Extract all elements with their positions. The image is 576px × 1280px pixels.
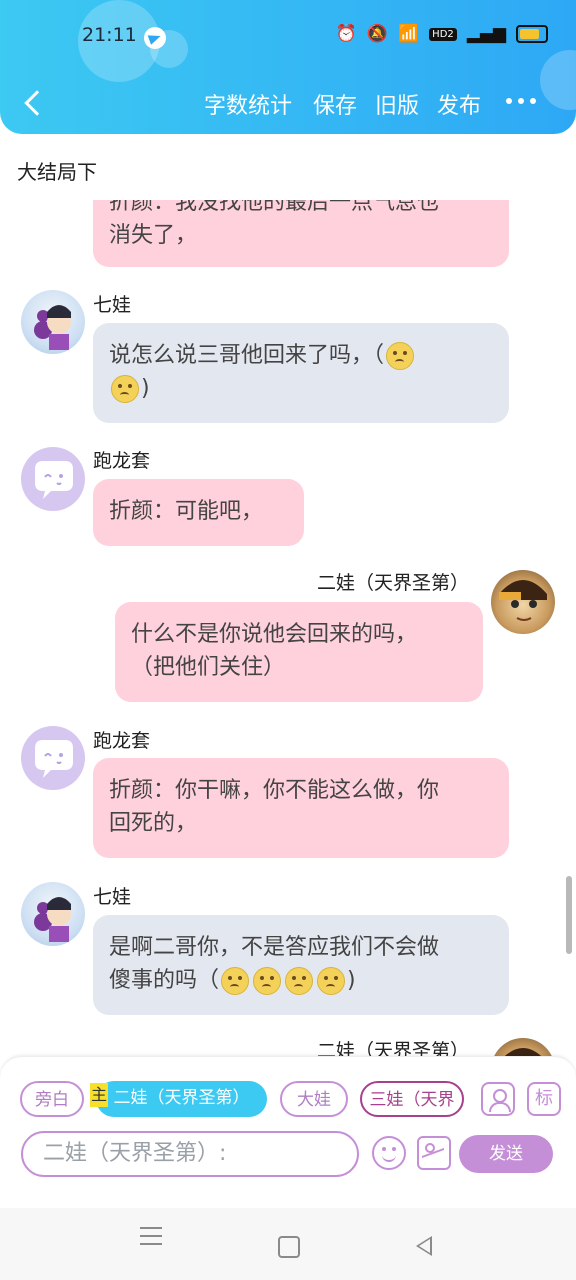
role-chip-narration[interactable]: 旁白 <box>20 1081 84 1117</box>
message-line: ) <box>141 376 150 401</box>
back-triangle-icon[interactable] <box>416 1236 432 1256</box>
avatar[interactable] <box>491 1038 555 1056</box>
message-line: 傻事的吗（ <box>109 968 220 993</box>
avatar[interactable] <box>21 882 85 946</box>
sender-name: 七娃 <box>93 886 132 908</box>
message-line: （把他们关住） <box>131 655 286 680</box>
message-line: 消失了， <box>109 223 198 248</box>
old-version-button[interactable]: 旧版 <box>375 88 419 120</box>
message-line: 折颜：可能吧， <box>109 499 264 524</box>
decorative-bubble <box>540 50 576 110</box>
image-icon[interactable] <box>417 1136 451 1170</box>
message-line: 折颜：你干嘛，你不能这么做，你 <box>109 778 440 803</box>
page-title: 大结局下 <box>17 160 97 184</box>
publish-button[interactable]: 发布 <box>437 88 481 120</box>
back-button[interactable] <box>16 86 50 120</box>
message-line: 什么不是你说他会回来的吗， <box>131 622 418 647</box>
status-icons: ⏰ 🔕 📶 HD2 ▂▄▆ <box>336 24 548 44</box>
role-chip-sanwa[interactable]: 三娃（天界 <box>360 1081 464 1117</box>
message-line: 说怎么说三哥他回来了吗，（ <box>109 343 385 368</box>
avatar[interactable] <box>21 447 85 511</box>
message-bubble: 什么不是你说他会回来的吗， （把他们关住） <box>115 602 483 702</box>
mute-icon: 🔕 <box>366 24 388 44</box>
wifi-icon: 📶 <box>398 24 420 44</box>
qiwa-avatar-icon <box>34 305 71 350</box>
emoji-icon[interactable] <box>372 1136 406 1170</box>
message-bubble: 折颜：我没找他的最后一点气息也 消失了， <box>93 200 509 267</box>
alarm-icon: ⏰ <box>335 24 357 44</box>
sender-name: 二娃（天界圣第） <box>317 1040 470 1056</box>
erwa-avatar-icon <box>504 1048 542 1056</box>
avatar[interactable] <box>21 726 85 790</box>
telegram-icon <box>144 27 166 49</box>
avatar[interactable] <box>491 570 555 634</box>
message-line: 折颜：我没找他的最后一点气息也 <box>109 200 440 215</box>
more-options-icon[interactable] <box>506 94 540 108</box>
sender-name: 二娃（天界圣第） <box>317 572 470 594</box>
hd2-icon: HD2 <box>429 27 457 41</box>
crying-emoji-icon <box>317 967 346 995</box>
message-bubble: 说怎么说三哥他回来了吗，（ ) <box>93 323 509 423</box>
word-count-button[interactable]: 字数统计 <box>204 88 292 120</box>
signal-icon: ▂▄▆ <box>466 24 506 44</box>
status-time: 21:11 <box>82 24 137 46</box>
qiwa-avatar-icon <box>34 897 71 942</box>
tag-button[interactable]: 标 <box>527 1082 561 1116</box>
message-line: 回死的， <box>109 811 198 836</box>
save-button[interactable]: 保存 <box>313 88 357 120</box>
message-bubble: 折颜：可能吧， <box>93 479 304 546</box>
message-line: ) <box>347 968 356 993</box>
home-icon[interactable] <box>278 1236 300 1258</box>
sender-name: 跑龙套 <box>93 450 151 472</box>
role-chip-erwa-active[interactable]: 二娃（天界圣第） <box>96 1081 267 1117</box>
character-select-button[interactable] <box>481 1082 515 1116</box>
avatar[interactable] <box>21 290 85 354</box>
crying-emoji-icon <box>253 967 282 995</box>
menu-icon[interactable] <box>140 1227 162 1247</box>
speech-ghost-avatar-icon <box>35 740 73 778</box>
main-role-badge: 主 <box>90 1083 108 1107</box>
send-button[interactable]: 发送 <box>459 1135 553 1173</box>
erwa-avatar-icon <box>499 580 547 621</box>
person-icon <box>483 1084 513 1114</box>
top-app-bar: 21:11 ⏰ 🔕 📶 HD2 ▂▄▆ 字数统计 保存 旧版 发布 <box>0 0 576 134</box>
sender-name: 跑龙套 <box>93 730 151 752</box>
speech-ghost-avatar-icon <box>35 461 73 499</box>
message-input[interactable]: 二娃（天界圣第）: <box>21 1131 359 1177</box>
sender-name: 七娃 <box>93 294 132 316</box>
crying-emoji-icon <box>221 967 250 995</box>
scrollbar[interactable] <box>566 876 572 954</box>
crying-emoji-icon <box>285 967 314 995</box>
message-bubble: 折颜：你干嘛，你不能这么做，你 回死的， <box>93 758 509 858</box>
chat-message-list[interactable]: 折颜：我没找他的最后一点气息也 消失了， 七娃 说怎么说三哥他回来了吗，（ ) … <box>0 200 576 1056</box>
message-bubble: 是啊二哥你，不是答应我们不会做 傻事的吗（) <box>93 915 509 1015</box>
crying-emoji-icon <box>386 342 415 370</box>
message-line: 是啊二哥你，不是答应我们不会做 <box>109 935 440 960</box>
role-chip-dawa[interactable]: 大娃 <box>280 1081 348 1117</box>
battery-icon <box>516 25 548 43</box>
crying-emoji-icon <box>111 375 139 403</box>
